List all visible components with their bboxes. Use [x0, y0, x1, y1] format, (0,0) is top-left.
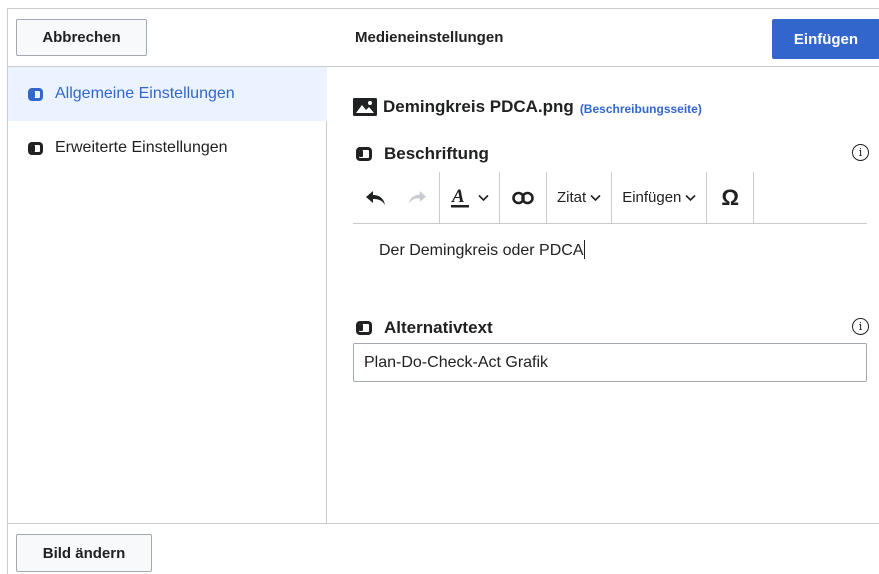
toggle-icon: [28, 87, 43, 101]
chevron-down-icon: [590, 194, 601, 201]
file-name: Demingkreis PDCA.png: [383, 97, 574, 116]
chevron-down-icon: [685, 194, 696, 201]
special-character-icon[interactable]: Ω: [721, 185, 739, 211]
caption-heading: Beschriftung: [356, 144, 489, 164]
caption-text: Der Demingkreis oder PDCA: [379, 242, 584, 259]
dialog-footer: Bild ändern: [8, 523, 879, 574]
dialog-header: Abbrechen Medieneinstellungen Einfügen: [8, 9, 879, 67]
cancel-button[interactable]: Abbrechen: [16, 19, 147, 56]
cite-dropdown[interactable]: Zitat: [547, 172, 613, 223]
text-cursor: [583, 240, 585, 259]
link-icon[interactable]: [512, 191, 534, 205]
dialog-title: Medieneinstellungen: [355, 29, 504, 46]
settings-panel: Demingkreis PDCA.png (Beschreibungsseite…: [328, 67, 879, 523]
image-icon: [353, 98, 377, 116]
caption-toolbar: A Zitat Einfügen Ω: [353, 172, 867, 224]
sidebar-item-general-settings[interactable]: Allgemeine Einstellungen: [8, 67, 327, 121]
cite-label: Zitat: [557, 189, 587, 206]
insert-button[interactable]: Einfügen: [772, 19, 879, 59]
toggle-icon: [356, 147, 372, 161]
insert-dropdown[interactable]: Einfügen: [612, 172, 708, 223]
sidebar-item-advanced-settings[interactable]: Erweiterte Einstellungen: [8, 121, 327, 175]
sidebar-item-label: Allgemeine Einstellungen: [55, 85, 235, 102]
caption-editor[interactable]: Der Demingkreis oder PDCA: [379, 240, 585, 260]
insert-menu-label: Einfügen: [622, 189, 682, 206]
link-group: [500, 172, 547, 223]
history-group: [353, 172, 440, 223]
change-image-button[interactable]: Bild ändern: [16, 534, 152, 572]
svg-text:A: A: [451, 187, 465, 207]
redo-icon[interactable]: [407, 190, 427, 205]
alt-text-input[interactable]: [353, 343, 867, 382]
undo-icon[interactable]: [365, 190, 387, 206]
text-style-icon: A: [450, 187, 470, 209]
alt-text-heading: Alternativtext: [356, 318, 493, 338]
media-settings-dialog: Abbrechen Medieneinstellungen Einfügen A…: [7, 8, 879, 574]
description-page-link[interactable]: (Beschreibungsseite): [580, 102, 702, 116]
text-style-dropdown[interactable]: A: [440, 172, 500, 223]
alt-text-label: Alternativtext: [384, 318, 493, 337]
info-icon[interactable]: i: [852, 144, 869, 161]
caption-label: Beschriftung: [384, 144, 489, 163]
toggle-icon: [28, 141, 43, 155]
chevron-down-icon: [478, 194, 489, 201]
settings-sidebar: Allgemeine Einstellungen Erweiterte Eins…: [8, 67, 327, 523]
file-info: Demingkreis PDCA.png (Beschreibungsseite…: [353, 97, 702, 117]
special-character-group: Ω: [707, 172, 755, 223]
toggle-icon: [356, 321, 372, 335]
sidebar-item-label: Erweiterte Einstellungen: [55, 139, 228, 156]
info-icon[interactable]: i: [852, 318, 869, 335]
